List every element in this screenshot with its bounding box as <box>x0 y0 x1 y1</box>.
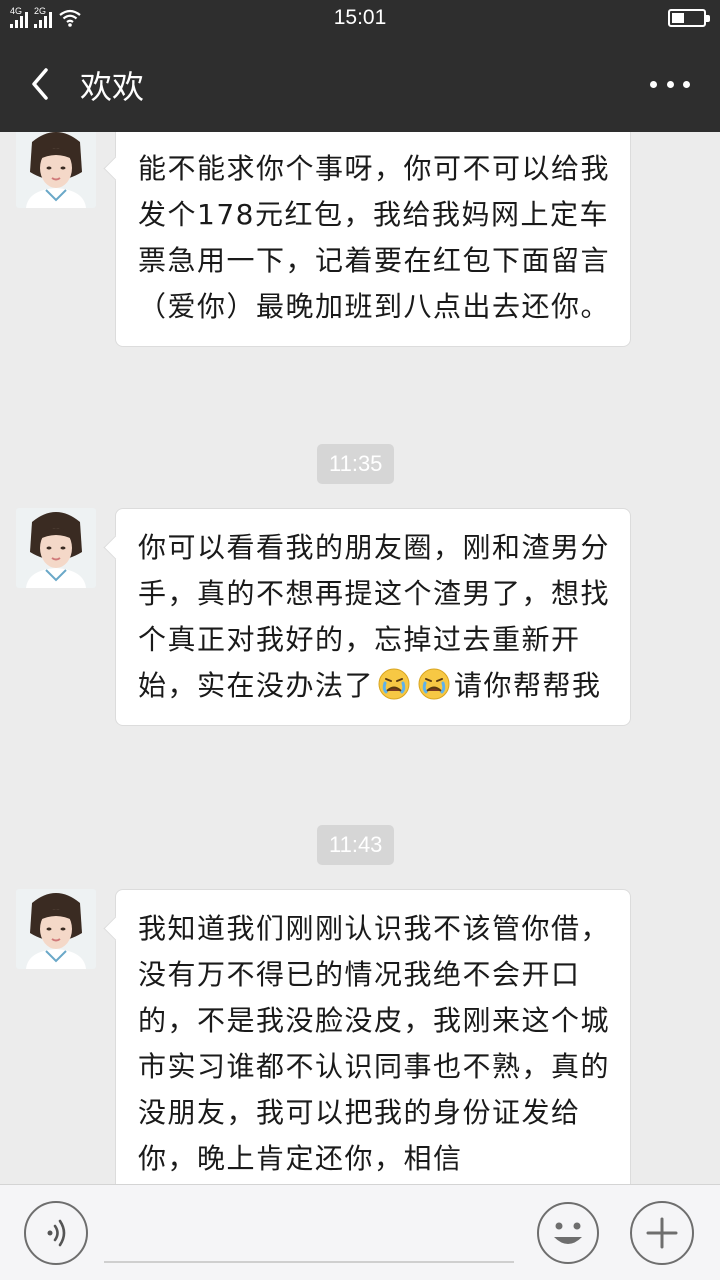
avatar[interactable] <box>16 508 96 588</box>
status-bar: 4G 2G 15:01 <box>0 0 720 36</box>
avatar[interactable] <box>16 889 96 969</box>
timestamp-label: 11:43 <box>317 825 395 865</box>
message-input[interactable] <box>104 1261 514 1263</box>
more-dots-icon[interactable] <box>650 74 690 94</box>
chat-area[interactable]: 能不能求你个事呀，你可不可以给我发个178元红包，我给我妈网上定车票急用一下，记… <box>0 132 720 1184</box>
plus-icon[interactable] <box>630 1201 694 1265</box>
input-bar <box>0 1184 720 1280</box>
crying-face-icon <box>418 668 450 700</box>
avatar-image <box>16 889 96 969</box>
chevron-left-icon[interactable] <box>22 64 62 104</box>
timestamp-label: 11:35 <box>317 444 395 484</box>
message-bubble[interactable]: 你可以看看我的朋友圈，刚和渣男分手，真的不想再提这个渣男了，想找个真正对我好的，… <box>115 508 631 726</box>
emoji-icon[interactable] <box>536 1201 600 1265</box>
message-text: 能不能求你个事呀，你可不可以给我发个178元红包，我给我妈网上定车票急用一下，记… <box>138 152 611 323</box>
message-bubble[interactable]: 我知道我们刚刚认识我不该管你借，没有万不得已的情况我绝不会开口的，不是我没脸没皮… <box>115 889 631 1184</box>
message-text: 请你帮帮我 <box>454 669 602 702</box>
crying-face-icon <box>378 668 410 700</box>
chat-title: 欢欢 <box>80 68 145 106</box>
message-bubble[interactable]: 能不能求你个事呀，你可不可以给我发个178元红包，我给我妈网上定车票急用一下，记… <box>115 132 631 347</box>
avatar-image <box>16 508 96 588</box>
battery-icon <box>668 9 710 27</box>
avatar[interactable] <box>16 132 96 208</box>
chat-header: 欢欢 <box>0 36 720 132</box>
status-time: 15:01 <box>333 6 387 29</box>
voice-icon[interactable] <box>24 1201 88 1265</box>
message-text: 我知道我们刚刚认识我不该管你借，没有万不得已的情况我绝不会开口的，不是我没脸没皮… <box>138 912 611 1175</box>
avatar-image <box>16 132 96 208</box>
